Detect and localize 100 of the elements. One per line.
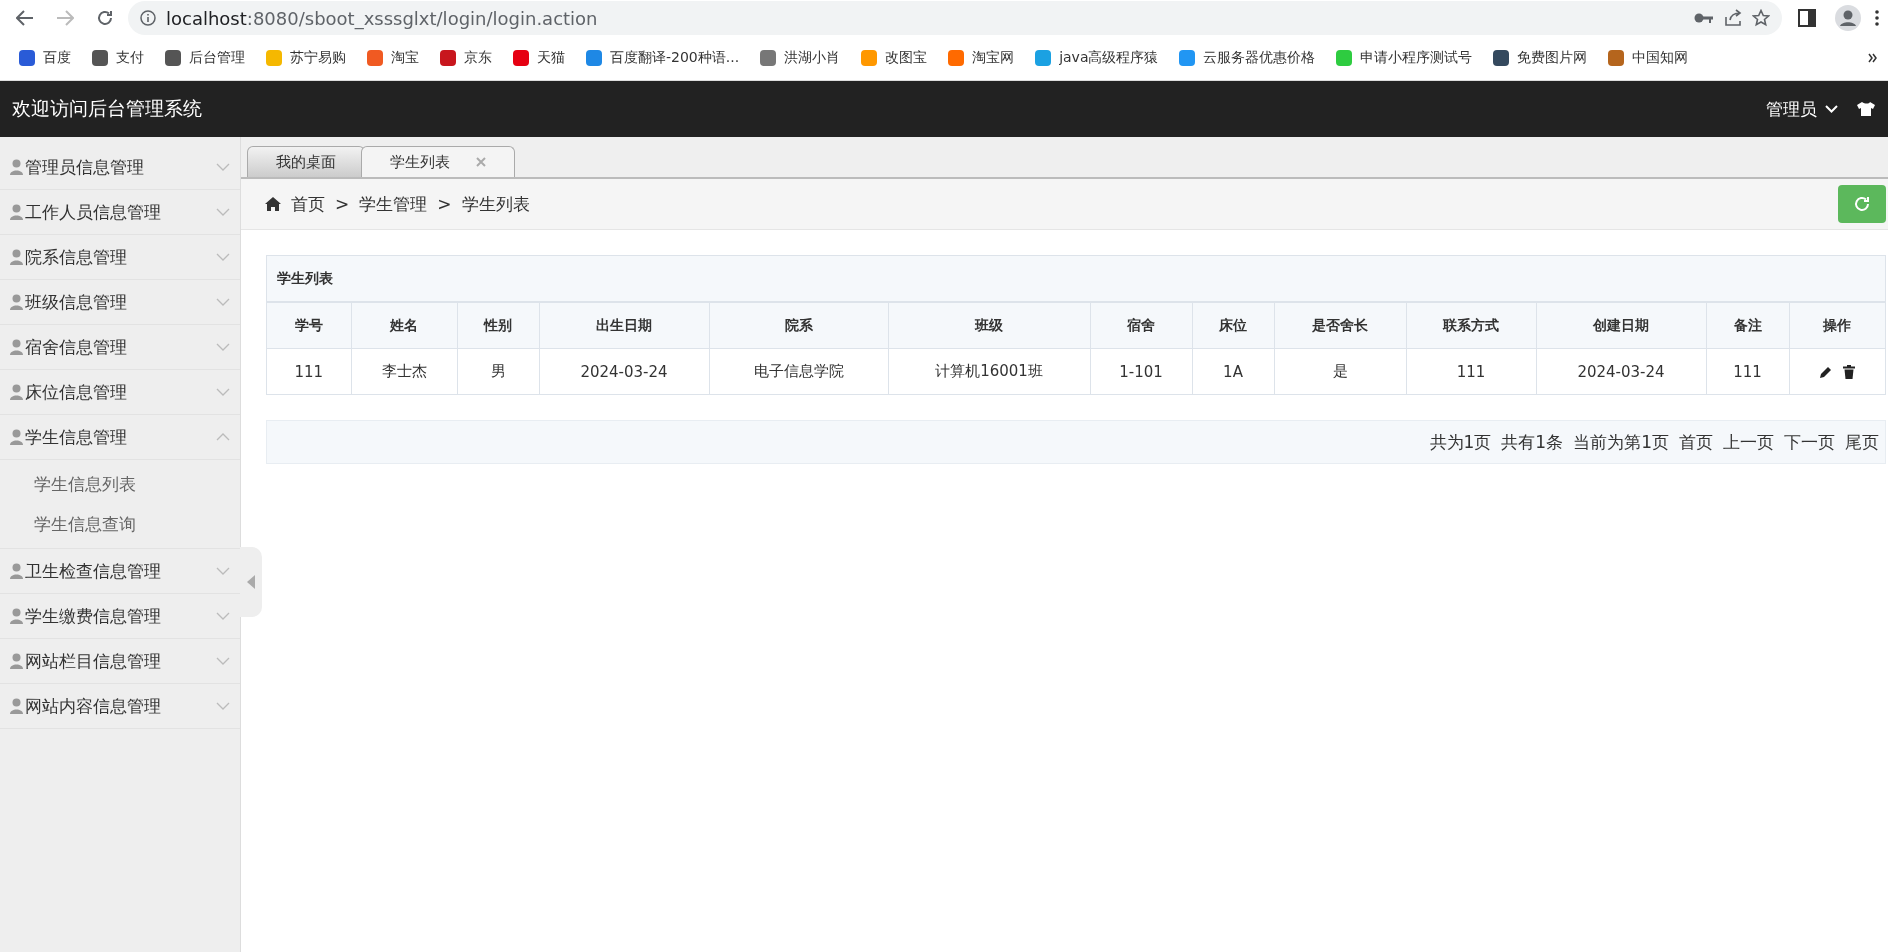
bookmark-icon [512, 49, 530, 67]
chevron-down-icon [216, 657, 230, 665]
pager-link[interactable]: 首页 [1679, 430, 1713, 454]
chevron-down-icon [216, 253, 230, 261]
submenu-item[interactable]: 学生信息查询 [0, 504, 240, 544]
user-icon [10, 698, 23, 714]
sidebar-menu-item[interactable]: 管理员信息管理 [0, 145, 240, 190]
share-icon[interactable] [1724, 9, 1742, 27]
bookmark-link[interactable]: 支付 [83, 45, 152, 71]
bookmark-link[interactable]: 百度 [10, 45, 79, 71]
column-header: 姓名 [351, 302, 457, 349]
side-panel-icon[interactable] [1798, 9, 1816, 27]
sidebar-menu-item[interactable]: 院系信息管理 [0, 235, 240, 280]
chevron-down-icon [216, 702, 230, 710]
bookmark-link[interactable]: 洪湖小肖 [751, 45, 849, 71]
bookmark-link[interactable]: 改图宝 [852, 45, 936, 71]
bookmark-icon [1178, 49, 1197, 67]
breadcrumb-separator: > [437, 194, 452, 214]
chevron-down-icon [216, 388, 230, 396]
bookmark-link[interactable]: 云服务器优惠价格 [1170, 45, 1324, 71]
refresh-icon [1853, 195, 1871, 213]
user-icon [10, 429, 23, 445]
column-header: 出生日期 [539, 302, 709, 349]
home-icon [265, 197, 281, 211]
delete-trash-icon[interactable] [1843, 364, 1856, 379]
bookmark-icon [366, 49, 384, 67]
bookmark-icon [164, 49, 182, 67]
bookmark-icon [1492, 49, 1511, 67]
panel-title: 学生列表 [267, 256, 1885, 302]
pager-link[interactable]: 尾页 [1845, 430, 1879, 454]
breadcrumb-link[interactable]: 首页 [291, 192, 325, 216]
bookmark-link[interactable]: 申请小程序测试号 [1327, 45, 1481, 71]
user-icon [10, 159, 23, 175]
url-text: localhost:8080/sboot_xsssglxt/login/login.action [166, 7, 598, 29]
chevron-down-icon [216, 567, 230, 575]
column-header: 创建日期 [1536, 302, 1706, 349]
site-title: 欢迎访问后台管理系统 [12, 96, 202, 121]
star-icon[interactable] [1752, 9, 1770, 27]
forward-arrow-icon [56, 10, 74, 26]
column-header: 学号 [267, 302, 351, 349]
sidebar-menu-item[interactable]: 网站栏目信息管理 [0, 639, 240, 684]
pager-link[interactable]: 上一页 [1723, 430, 1774, 454]
user-icon [10, 608, 23, 624]
bookmark-link[interactable]: 免费图片网 [1484, 45, 1596, 71]
submenu-item[interactable]: 学生信息列表 [0, 464, 240, 504]
bookmark-link[interactable]: 淘宝网 [939, 45, 1023, 71]
bookmark-icon [585, 49, 603, 67]
bookmark-icon [1335, 49, 1354, 67]
sidebar-menu-item[interactable]: 床位信息管理 [0, 370, 240, 415]
user-menu[interactable]: 管理员 [1766, 97, 1838, 121]
sidebar-menu-item[interactable]: 网站内容信息管理 [0, 684, 240, 729]
user-icon [10, 384, 23, 400]
user-icon [10, 204, 23, 220]
more-chevron-icon[interactable] [1868, 53, 1878, 63]
chevron-down-icon [216, 208, 230, 216]
bookmark-icon [18, 49, 36, 67]
bookmark-link[interactable]: java高级程序猿 [1026, 45, 1167, 71]
sidebar-menu-item[interactable]: 学生信息管理 [0, 415, 240, 460]
left-triangle-icon [247, 575, 255, 589]
bookmark-link[interactable]: 苏宁易购 [257, 45, 354, 71]
bookmark-icon [759, 49, 778, 67]
column-header: 班级 [888, 302, 1090, 349]
bookmark-link[interactable]: 京东 [431, 45, 500, 71]
bookmark-icon [860, 49, 879, 67]
sidebar-menu-item[interactable]: 学生缴费信息管理 [0, 594, 240, 639]
shirt-icon[interactable] [1856, 101, 1876, 117]
bookmark-link[interactable]: 天猫 [504, 45, 573, 71]
table-cell: 111 [267, 348, 351, 394]
column-header: 备注 [1706, 302, 1789, 349]
edit-pencil-icon[interactable] [1819, 364, 1834, 379]
user-icon [10, 653, 23, 669]
key-icon[interactable] [1694, 12, 1714, 24]
pager-link[interactable]: 下一页 [1784, 430, 1835, 454]
bookmark-link[interactable]: 淘宝 [358, 45, 427, 71]
sidebar-menu-item[interactable]: 工作人员信息管理 [0, 190, 240, 235]
pager-info: 共有1条 [1501, 430, 1564, 454]
breadcrumb-link[interactable]: 学生管理 [359, 192, 428, 216]
bookmark-link[interactable]: 中国知网 [1599, 45, 1697, 71]
sidebar-menu-item[interactable]: 宿舍信息管理 [0, 325, 240, 370]
breadcrumb-link[interactable]: 学生列表 [461, 192, 530, 216]
breadcrumb-separator: > [335, 194, 350, 214]
bookmark-icon [265, 49, 283, 67]
menu-icon[interactable] [1874, 9, 1880, 27]
profile-avatar-icon[interactable] [1834, 4, 1862, 32]
collapse-handle[interactable] [240, 547, 262, 617]
chevron-up-icon [216, 433, 230, 441]
chevron-down-icon [216, 298, 230, 306]
tab[interactable]: 学生列表 [361, 146, 515, 177]
address-bar[interactable]: localhost:8080/sboot_xsssglxt/login/login.action [128, 1, 1782, 35]
bookmark-link[interactable]: 后台管理 [156, 45, 253, 71]
column-header: 操作 [1789, 302, 1885, 349]
chevron-down-icon [216, 612, 230, 620]
pager-info: 共为1页 [1429, 430, 1492, 454]
chevron-down-icon [216, 163, 230, 171]
bookmark-link[interactable]: 百度翻译-200种语... [577, 45, 748, 71]
info-icon [140, 10, 156, 26]
chevron-down-icon [216, 343, 230, 351]
sidebar-menu-item[interactable]: 班级信息管理 [0, 280, 240, 325]
user-icon [10, 563, 23, 579]
column-header: 联系方式 [1406, 302, 1536, 349]
